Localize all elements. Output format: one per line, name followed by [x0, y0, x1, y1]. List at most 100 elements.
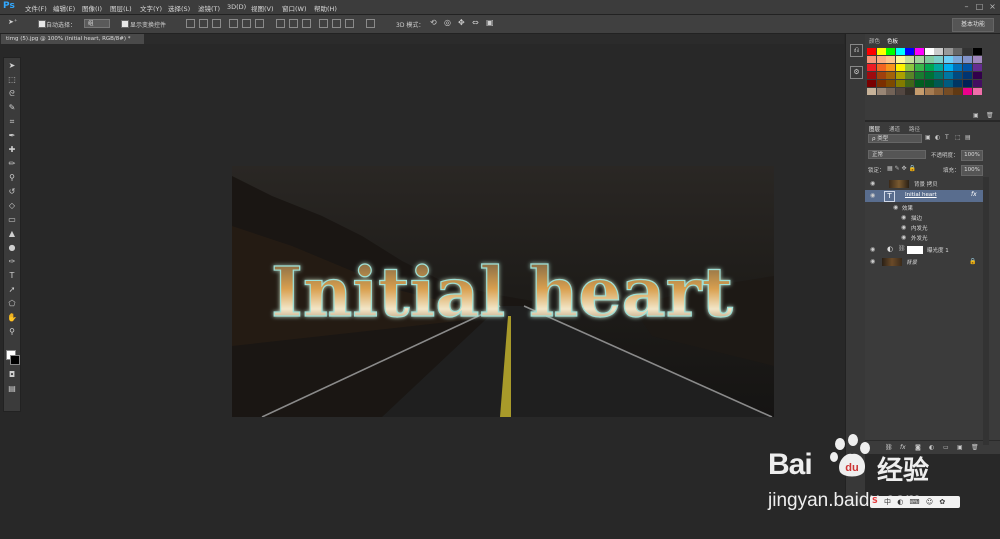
color-swatch[interactable] [934, 80, 944, 87]
menu-filter[interactable]: 滤镜(T) [198, 3, 220, 13]
properties-panel-icon[interactable]: ⚙ [850, 66, 863, 79]
color-swatch[interactable] [943, 72, 953, 79]
color-swatch[interactable] [972, 88, 982, 95]
new-group-icon[interactable]: ▭ [943, 444, 949, 451]
3d-scale-icon[interactable]: ▣ [486, 18, 494, 27]
filter-pixel-icon[interactable]: ▣ [925, 134, 931, 141]
color-swatch[interactable] [895, 88, 905, 95]
color-swatch[interactable] [953, 88, 963, 95]
document-canvas[interactable]: Initial heart [232, 166, 774, 417]
new-swatch-icon[interactable]: ▣ [973, 112, 979, 119]
shape-tool-icon[interactable]: ⬠ [6, 299, 18, 309]
color-swatch[interactable] [934, 88, 944, 95]
color-swatch[interactable] [972, 56, 982, 63]
move-tool-icon[interactable]: ➤ [6, 61, 18, 71]
align-right-icon[interactable] [255, 19, 264, 28]
color-swatch[interactable] [963, 80, 972, 87]
workspace-switcher[interactable]: 基本功能 [952, 18, 994, 32]
layer-filter-dropdown[interactable]: ρ 类型 [868, 134, 922, 143]
menu-file[interactable]: 文件(F) [25, 3, 47, 13]
document-tab[interactable]: timg (5).jpg @ 100% (Initial heart, RGB/… [1, 34, 144, 44]
hand-tool-icon[interactable]: ✋ [6, 313, 18, 323]
color-swatch[interactable] [886, 48, 896, 55]
color-swatch[interactable] [895, 56, 905, 63]
color-swatch[interactable] [867, 72, 876, 79]
history-panel-icon[interactable]: ⎌ [850, 44, 863, 57]
ime-tool-icons[interactable]: 中 ◐ ⌨ ☺ ✿ [884, 497, 947, 507]
quick-select-tool-icon[interactable]: ✎ [6, 103, 18, 113]
color-swatch[interactable] [905, 72, 915, 79]
color-swatch[interactable] [934, 64, 944, 71]
color-swatch[interactable] [867, 88, 876, 95]
menu-select[interactable]: 选择(S) [168, 3, 190, 13]
color-swatch[interactable] [972, 64, 982, 71]
menu-type[interactable]: 文字(Y) [140, 3, 162, 13]
visibility-eye-icon[interactable]: ◉ [870, 246, 875, 253]
visibility-eye-icon[interactable]: ◉ [901, 224, 906, 231]
tab-layers[interactable]: 图层 [869, 125, 880, 133]
distribute-vcenter-icon[interactable] [289, 19, 298, 28]
visibility-eye-icon[interactable]: ◉ [870, 192, 875, 199]
menu-help[interactable]: 帮助(H) [314, 3, 337, 13]
tab-channels[interactable]: 通道 [889, 125, 900, 133]
lock-icons[interactable]: ▦ ✎ ✥ 🔒 [887, 165, 916, 172]
color-swatch[interactable] [943, 48, 953, 55]
move-tool-icon[interactable]: ➤⁺ [8, 18, 18, 26]
auto-align-icon[interactable] [366, 19, 375, 28]
color-swatch[interactable] [963, 88, 972, 95]
color-swatch[interactable] [895, 72, 905, 79]
minimize-icon[interactable]: – [962, 2, 971, 11]
color-swatch[interactable] [876, 88, 886, 95]
color-swatch[interactable] [905, 48, 915, 55]
color-swatch[interactable] [867, 80, 876, 87]
layers-scrollbar[interactable] [983, 177, 989, 445]
3d-slide-icon[interactable]: ⇔ [472, 18, 479, 27]
delete-layer-icon[interactable]: 🗑 [971, 444, 979, 451]
tab-swatches[interactable]: 色板 [887, 37, 898, 45]
color-swatch[interactable] [876, 80, 886, 87]
delete-swatch-icon[interactable]: 🗑 [986, 112, 994, 119]
visibility-eye-icon[interactable]: ◉ [901, 234, 906, 241]
color-swatch[interactable] [963, 72, 972, 79]
distribute-hcenter-icon[interactable] [332, 19, 341, 28]
color-swatch[interactable] [915, 88, 924, 95]
maximize-icon[interactable]: □ [975, 2, 984, 11]
color-swatch[interactable] [963, 56, 972, 63]
color-swatch[interactable] [924, 88, 934, 95]
color-swatch[interactable] [943, 88, 953, 95]
gradient-tool-icon[interactable]: ▭ [6, 215, 18, 225]
healing-brush-icon[interactable]: ✚ [6, 145, 18, 155]
color-swatch[interactable] [886, 88, 896, 95]
distribute-top-icon[interactable] [276, 19, 285, 28]
eraser-tool-icon[interactable]: ◇ [6, 201, 18, 211]
color-swatch[interactable] [876, 72, 886, 79]
align-hcenter-icon[interactable] [242, 19, 251, 28]
distribute-right-icon[interactable] [345, 19, 354, 28]
color-swatch[interactable] [895, 80, 905, 87]
color-swatch[interactable] [953, 80, 963, 87]
color-swatch[interactable] [915, 48, 924, 55]
lasso-tool-icon[interactable]: ᘓ [6, 89, 18, 99]
color-swatch[interactable] [867, 64, 876, 71]
align-bottom-icon[interactable] [212, 19, 221, 28]
color-swatch[interactable] [924, 56, 934, 63]
color-swatch[interactable] [867, 56, 876, 63]
auto-select-checkbox[interactable] [38, 20, 46, 28]
type-tool-icon[interactable]: T [6, 271, 18, 281]
color-swatch[interactable] [924, 80, 934, 87]
new-layer-icon[interactable]: ▣ [957, 444, 963, 451]
color-swatch[interactable] [943, 80, 953, 87]
close-icon[interactable]: × [988, 2, 997, 11]
color-swatch[interactable] [886, 56, 896, 63]
layer-row-text-selected[interactable]: ◉ T Initial heart fx [865, 190, 983, 202]
3d-pan-icon[interactable]: ✥ [458, 18, 465, 27]
color-swatch[interactable] [905, 80, 915, 87]
crop-tool-icon[interactable]: ⌗ [6, 117, 18, 127]
layer-row-background[interactable]: ◉ 背景 🔒 [865, 256, 983, 268]
color-swatch[interactable] [905, 64, 915, 71]
color-swatch[interactable] [953, 64, 963, 71]
marquee-tool-icon[interactable]: ⬚ [6, 75, 18, 85]
blend-mode-dropdown[interactable]: 正常 [868, 150, 926, 159]
align-vcenter-icon[interactable] [199, 19, 208, 28]
color-swatch[interactable] [886, 72, 896, 79]
